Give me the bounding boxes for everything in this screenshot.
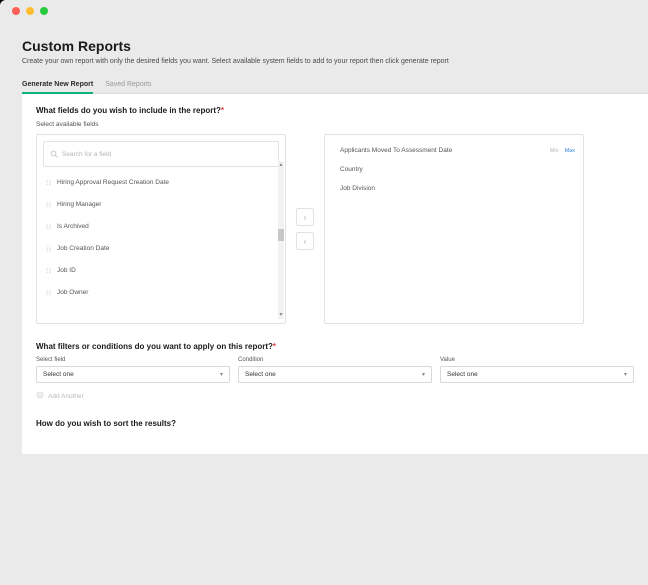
drag-icon — [45, 223, 52, 230]
select-field-dropdown[interactable]: Select one ▾ — [36, 366, 230, 383]
window-titlebar — [0, 0, 648, 22]
required-asterisk: * — [273, 342, 276, 351]
filters-section-title: What filters or conditions do you want t… — [36, 342, 634, 351]
column-label: Condition — [238, 357, 432, 363]
value-dropdown[interactable]: Select one ▾ — [440, 366, 634, 383]
move-right-button[interactable]: › — [296, 208, 314, 226]
drag-icon — [45, 245, 52, 252]
add-another-label: Add Another — [48, 393, 84, 400]
filters-row: Select field Select one ▾ Condition Sele… — [36, 357, 634, 383]
transfer-buttons: › ‹ — [294, 134, 316, 324]
scrollbar[interactable]: ▴ ▾ — [278, 161, 284, 319]
search-icon — [50, 145, 58, 163]
scroll-up-icon[interactable]: ▴ — [278, 161, 284, 169]
tab-saved-reports[interactable]: Saved Reports — [105, 77, 151, 93]
fields-sub-label: Select available fields — [36, 121, 634, 128]
min-max-toggle: Min Max — [550, 148, 575, 154]
list-item[interactable]: Job Division — [333, 179, 575, 198]
chevron-right-icon: › — [304, 213, 307, 222]
list-item[interactable]: Hiring Manager — [43, 193, 279, 215]
chevron-left-icon: ‹ — [304, 237, 307, 246]
available-fields-list: Hiring Approval Request Creation Date Hi… — [36, 134, 286, 324]
select-value: Select one — [245, 371, 276, 378]
item-label: Job Creation Date — [57, 245, 109, 252]
list-item[interactable]: Job Creation Date — [43, 237, 279, 259]
field-search[interactable] — [43, 141, 279, 167]
list-item[interactable]: Job Owner — [43, 281, 279, 303]
add-another-button[interactable]: Add Another — [36, 391, 634, 401]
page-description: Create your own report with only the des… — [22, 58, 648, 65]
column-label: Value — [440, 357, 634, 363]
tab-label: Saved Reports — [105, 81, 151, 88]
item-label: Country — [340, 166, 363, 173]
filter-field-column: Select field Select one ▾ — [36, 357, 230, 383]
tab-generate-new-report[interactable]: Generate New Report — [22, 77, 93, 93]
search-input[interactable] — [62, 151, 272, 158]
section-title-text: What fields do you wish to include in th… — [36, 106, 221, 115]
minimize-window-icon[interactable] — [26, 7, 34, 15]
fields-section-title: What fields do you wish to include in th… — [36, 106, 634, 115]
item-label: Job ID — [57, 267, 76, 274]
available-list-scroll[interactable]: Hiring Approval Request Creation Date Hi… — [43, 171, 279, 317]
maximize-window-icon[interactable] — [40, 7, 48, 15]
sort-section-title: How do you wish to sort the results? — [36, 419, 634, 428]
chevron-down-icon: ▾ — [422, 371, 425, 378]
drag-icon — [45, 201, 52, 208]
report-builder-card: What fields do you wish to include in th… — [22, 94, 648, 454]
list-item[interactable]: Job ID — [43, 259, 279, 281]
plus-circle-icon — [36, 391, 44, 401]
select-value: Select one — [43, 371, 74, 378]
chevron-down-icon: ▾ — [220, 371, 223, 378]
app-window: Custom Reports Create your own report wi… — [0, 0, 648, 585]
item-label: Job Owner — [57, 289, 88, 296]
scroll-thumb[interactable] — [278, 229, 284, 241]
item-label: Hiring Approval Request Creation Date — [57, 179, 169, 186]
list-item[interactable]: Hiring Approval Request Creation Date — [43, 171, 279, 193]
list-item[interactable]: Applicants Moved To Assessment Date Min … — [333, 141, 575, 160]
item-label: Hiring Manager — [57, 201, 101, 208]
drag-icon — [45, 267, 52, 274]
close-window-icon[interactable] — [12, 7, 20, 15]
required-asterisk: * — [221, 106, 224, 115]
drag-icon — [45, 289, 52, 296]
condition-dropdown[interactable]: Select one ▾ — [238, 366, 432, 383]
page-title: Custom Reports — [22, 38, 648, 54]
move-left-button[interactable]: ‹ — [296, 232, 314, 250]
select-value: Select one — [447, 371, 478, 378]
item-label: Applicants Moved To Assessment Date — [340, 147, 452, 154]
drag-icon — [45, 179, 52, 186]
min-link[interactable]: Min — [550, 148, 559, 154]
filter-condition-column: Condition Select one ▾ — [238, 357, 432, 383]
tab-label: Generate New Report — [22, 81, 93, 88]
scroll-down-icon[interactable]: ▾ — [278, 311, 284, 319]
max-link[interactable]: Max — [565, 148, 575, 154]
filter-value-column: Value Select one ▾ — [440, 357, 634, 383]
list-item[interactable]: Country — [333, 160, 575, 179]
page-content: Custom Reports Create your own report wi… — [0, 22, 648, 454]
list-item[interactable]: Is Archived — [43, 215, 279, 237]
selected-fields-list: Applicants Moved To Assessment Date Min … — [324, 134, 584, 324]
chevron-down-icon: ▾ — [624, 371, 627, 378]
dual-list-container: Hiring Approval Request Creation Date Hi… — [36, 134, 634, 324]
item-label: Job Division — [340, 185, 375, 192]
column-label: Select field — [36, 357, 230, 363]
item-label: Is Archived — [57, 223, 89, 230]
section-title-text: What filters or conditions do you want t… — [36, 342, 273, 351]
tabs-bar: Generate New Report Saved Reports — [22, 77, 648, 94]
